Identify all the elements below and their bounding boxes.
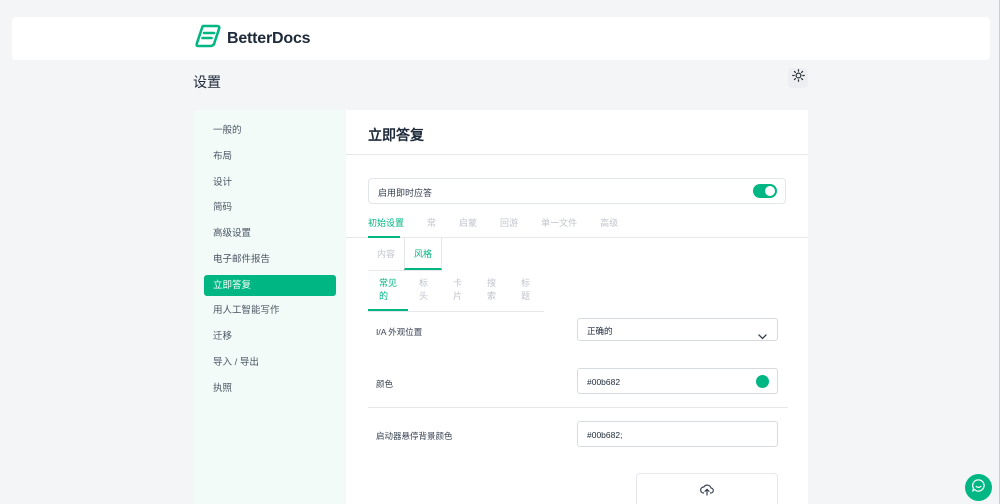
hover-color-input[interactable]: #00b682; <box>577 421 778 447</box>
tab-advanced[interactable]: 高级 <box>600 216 618 237</box>
page-title: 设置 <box>193 74 221 90</box>
tab-archive[interactable]: 回游 <box>500 216 518 237</box>
betterdocs-logo-icon <box>195 24 221 53</box>
position-label: I/A 外观位置 <box>376 327 423 337</box>
upload-cloud-icon <box>700 483 714 501</box>
main-tabs: 初始设置 常 启蒙 回游 单一文件 高级 <box>368 216 641 237</box>
enable-instant-answer-toggle[interactable] <box>753 184 777 198</box>
brand-logo[interactable]: BetterDocs <box>195 24 311 53</box>
hover-color-label: 启动器悬停背景颜色 <box>376 431 453 441</box>
top-bar: BetterDocs <box>12 17 990 60</box>
brand-name: BetterDocs <box>227 29 311 47</box>
tab-header[interactable]: 标头 <box>408 268 442 311</box>
sun-icon <box>791 69 805 87</box>
color-input[interactable]: #00b682 <box>577 368 778 394</box>
tab-common[interactable]: 常 <box>427 216 436 237</box>
sidebar-item-general[interactable]: 一般的 <box>204 120 336 141</box>
settings-panel: 立即答复 启用即时应答 初始设置 常 启蒙 回游 单一文件 高级 内容 风格 常… <box>346 110 808 504</box>
panel-title: 立即答复 <box>368 127 424 143</box>
enable-instant-answer-label: 启用即时应答 <box>378 188 433 198</box>
tab-style[interactable]: 风格 <box>404 238 443 270</box>
hover-color-value: #00b682; <box>587 430 623 440</box>
style-tabs: 常见的 标头 卡片 搜索 标题 <box>368 268 544 312</box>
panel-divider <box>346 154 808 155</box>
tab-single-doc[interactable]: 单一文件 <box>541 216 577 237</box>
sidebar-item-shortcodes[interactable]: 简码 <box>204 197 336 218</box>
sidebar-item-ai-writing[interactable]: 用人工智能写作 <box>204 300 336 321</box>
settings-sidebar: 一般的 布局 设计 简码 高级设置 电子邮件报告 立即答复 用人工智能写作 迁移… <box>194 110 346 504</box>
chat-bubble-icon <box>971 478 986 498</box>
position-value: 正确的 <box>587 326 613 336</box>
tab-card[interactable]: 卡片 <box>442 268 476 311</box>
sidebar-item-instant-answer[interactable]: 立即答复 <box>204 275 336 296</box>
icon-upload-area[interactable] <box>636 473 778 504</box>
field-divider <box>368 407 788 408</box>
sidebar-item-migration[interactable]: 迁移 <box>204 326 336 347</box>
tab-enlighten[interactable]: 启蒙 <box>459 216 477 237</box>
sidebar-item-design[interactable]: 设计 <box>204 172 336 193</box>
toggle-knob <box>765 186 775 196</box>
chevron-down-icon <box>758 327 767 345</box>
sub-tabs: 内容 风格 <box>368 238 443 271</box>
sidebar-item-import-export[interactable]: 导入 / 导出 <box>204 352 336 373</box>
sidebar-item-email-reports[interactable]: 电子邮件报告 <box>204 249 336 270</box>
sidebar-item-advanced[interactable]: 高级设置 <box>204 223 336 244</box>
tab-title[interactable]: 标题 <box>510 268 544 311</box>
color-label: 颜色 <box>376 379 394 389</box>
sidebar-item-license[interactable]: 执照 <box>204 378 336 399</box>
theme-toggle-button[interactable] <box>788 68 808 88</box>
sidebar-item-layout[interactable]: 布局 <box>204 146 336 167</box>
tab-search[interactable]: 搜索 <box>476 268 510 311</box>
tab-general-style[interactable]: 常见的 <box>368 268 408 311</box>
tab-content[interactable]: 内容 <box>368 238 404 270</box>
chat-launcher-button[interactable] <box>965 474 992 501</box>
tab-initial-settings[interactable]: 初始设置 <box>368 216 404 237</box>
enable-instant-answer-row: 启用即时应答 <box>368 178 786 204</box>
position-select[interactable]: 正确的 <box>577 318 778 341</box>
color-value: #00b682 <box>587 377 621 387</box>
color-swatch[interactable] <box>756 375 769 388</box>
